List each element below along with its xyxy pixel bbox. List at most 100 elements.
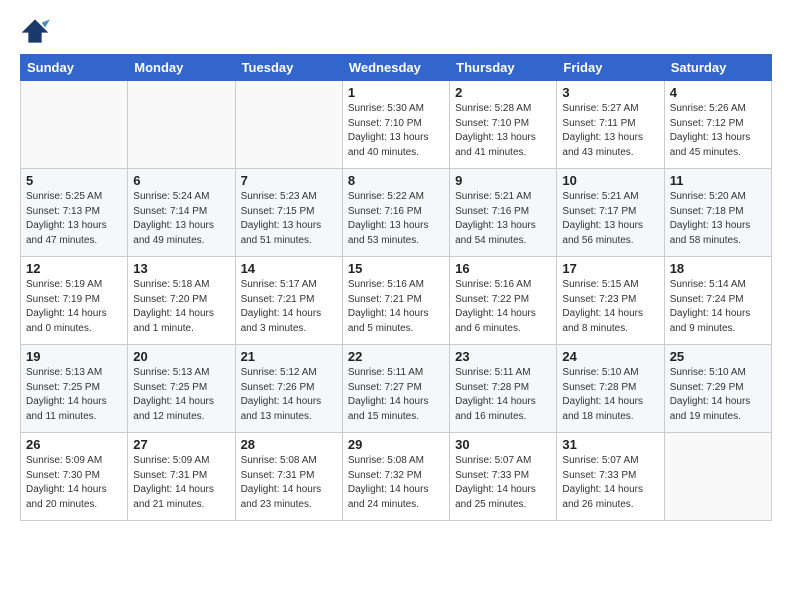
- weekday-header-wednesday: Wednesday: [342, 55, 449, 81]
- day-number: 11: [670, 173, 766, 188]
- weekday-header-sunday: Sunday: [21, 55, 128, 81]
- calendar-cell: 17Sunrise: 5:15 AM Sunset: 7:23 PM Dayli…: [557, 257, 664, 345]
- calendar-cell: 3 Sunrise: 5:27 AM Sunset: 7:11 PM Daylig…: [557, 81, 664, 169]
- calendar-cell: [128, 81, 235, 169]
- day-info: Sunrise: 5:09 AM Sunset: 7:30 PM Dayligh…: [26, 454, 122, 512]
- day-info: Sunrise: 5:14 AM Sunset: 7:24 PM Dayligh…: [670, 278, 766, 336]
- day-number: 29: [348, 437, 444, 452]
- day-number: 3: [562, 85, 658, 100]
- calendar-cell: 21 Sunrise: 5:12 AM Sunset: 7:26 PM Dayli…: [235, 345, 342, 433]
- calendar-cell: 1Sunrise: 5:30 AM Sunset: 7:10 PM Daylig…: [342, 81, 449, 169]
- week-row-3: 12Sunrise: 5:19 AM Sunset: 7:19 PM Dayli…: [21, 257, 772, 345]
- day-number: 24: [562, 349, 658, 364]
- day-number: 16: [455, 261, 551, 276]
- day-number: 8: [348, 173, 444, 188]
- logo: [20, 16, 54, 46]
- week-row-4: 19Sunrise: 5:13 AM Sunset: 7:25 PM Dayli…: [21, 345, 772, 433]
- calendar-cell: 18 Sunrise: 5:14 AM Sunset: 7:24 PM Dayli…: [664, 257, 771, 345]
- day-info: Sunrise: 5:24 AM Sunset: 7:14 PM Dayligh…: [133, 190, 229, 248]
- day-number: 25: [670, 349, 766, 364]
- day-number: 1: [348, 85, 444, 100]
- calendar-cell: [21, 81, 128, 169]
- weekday-header-tuesday: Tuesday: [235, 55, 342, 81]
- day-info: Sunrise: 5:12 AM Sunset: 7:26 PM Dayligh…: [241, 366, 337, 424]
- calendar-cell: 15 Sunrise: 5:16 AM Sunset: 7:21 PM Dayli…: [342, 257, 449, 345]
- day-number: 26: [26, 437, 122, 452]
- day-number: 28: [241, 437, 337, 452]
- calendar-cell: 27Sunrise: 5:09 AM Sunset: 7:31 PM Dayli…: [128, 433, 235, 521]
- calendar-cell: 6 Sunrise: 5:24 AM Sunset: 7:14 PM Daylig…: [128, 169, 235, 257]
- header: [20, 16, 772, 46]
- weekday-header-row: SundayMondayTuesdayWednesdayThursdayFrid…: [21, 55, 772, 81]
- day-info: Sunrise: 5:27 AM Sunset: 7:11 PM Dayligh…: [562, 102, 658, 160]
- day-number: 15: [348, 261, 444, 276]
- calendar-cell: 10 Sunrise: 5:21 AM Sunset: 7:17 PM Dayli…: [557, 169, 664, 257]
- day-number: 10: [562, 173, 658, 188]
- day-info: Sunrise: 5:23 AM Sunset: 7:15 PM Dayligh…: [241, 190, 337, 248]
- calendar-cell: 25 Sunrise: 5:10 AM Sunset: 7:29 PM Dayli…: [664, 345, 771, 433]
- page: SundayMondayTuesdayWednesdayThursdayFrid…: [0, 0, 792, 537]
- day-number: 18: [670, 261, 766, 276]
- day-number: 12: [26, 261, 122, 276]
- calendar-cell: 16Sunrise: 5:16 AM Sunset: 7:22 PM Dayli…: [450, 257, 557, 345]
- day-number: 9: [455, 173, 551, 188]
- calendar-cell: 12Sunrise: 5:19 AM Sunset: 7:19 PM Dayli…: [21, 257, 128, 345]
- calendar-cell: 29 Sunrise: 5:08 AM Sunset: 7:32 PM Dayli…: [342, 433, 449, 521]
- day-info: Sunrise: 5:11 AM Sunset: 7:28 PM Dayligh…: [455, 366, 551, 424]
- calendar-cell: 9 Sunrise: 5:21 AM Sunset: 7:16 PM Daylig…: [450, 169, 557, 257]
- day-info: Sunrise: 5:22 AM Sunset: 7:16 PM Dayligh…: [348, 190, 444, 248]
- calendar-cell: 2Sunrise: 5:28 AM Sunset: 7:10 PM Daylig…: [450, 81, 557, 169]
- day-info: Sunrise: 5:17 AM Sunset: 7:21 PM Dayligh…: [241, 278, 337, 336]
- week-row-5: 26 Sunrise: 5:09 AM Sunset: 7:30 PM Dayli…: [21, 433, 772, 521]
- day-info: Sunrise: 5:13 AM Sunset: 7:25 PM Dayligh…: [26, 366, 122, 424]
- day-number: 31: [562, 437, 658, 452]
- day-info: Sunrise: 5:21 AM Sunset: 7:16 PM Dayligh…: [455, 190, 551, 248]
- day-info: Sunrise: 5:09 AM Sunset: 7:31 PM Dayligh…: [133, 454, 229, 512]
- day-info: Sunrise: 5:08 AM Sunset: 7:32 PM Dayligh…: [348, 454, 444, 512]
- day-info: Sunrise: 5:15 AM Sunset: 7:23 PM Dayligh…: [562, 278, 658, 336]
- day-info: Sunrise: 5:21 AM Sunset: 7:17 PM Dayligh…: [562, 190, 658, 248]
- day-info: Sunrise: 5:16 AM Sunset: 7:21 PM Dayligh…: [348, 278, 444, 336]
- calendar-cell: 30Sunrise: 5:07 AM Sunset: 7:33 PM Dayli…: [450, 433, 557, 521]
- day-number: 22: [348, 349, 444, 364]
- calendar-cell: [235, 81, 342, 169]
- day-number: 6: [133, 173, 229, 188]
- day-number: 13: [133, 261, 229, 276]
- calendar-cell: 19Sunrise: 5:13 AM Sunset: 7:25 PM Dayli…: [21, 345, 128, 433]
- calendar-cell: 26 Sunrise: 5:09 AM Sunset: 7:30 PM Dayli…: [21, 433, 128, 521]
- day-info: Sunrise: 5:07 AM Sunset: 7:33 PM Dayligh…: [562, 454, 658, 512]
- day-info: Sunrise: 5:10 AM Sunset: 7:29 PM Dayligh…: [670, 366, 766, 424]
- weekday-header-saturday: Saturday: [664, 55, 771, 81]
- day-info: Sunrise: 5:07 AM Sunset: 7:33 PM Dayligh…: [455, 454, 551, 512]
- weekday-header-thursday: Thursday: [450, 55, 557, 81]
- day-info: Sunrise: 5:10 AM Sunset: 7:28 PM Dayligh…: [562, 366, 658, 424]
- day-info: Sunrise: 5:20 AM Sunset: 7:18 PM Dayligh…: [670, 190, 766, 248]
- logo-icon: [20, 16, 50, 46]
- calendar-cell: 13 Sunrise: 5:18 AM Sunset: 7:20 PM Dayli…: [128, 257, 235, 345]
- calendar-cell: 8 Sunrise: 5:22 AM Sunset: 7:16 PM Daylig…: [342, 169, 449, 257]
- calendar-cell: 14 Sunrise: 5:17 AM Sunset: 7:21 PM Dayli…: [235, 257, 342, 345]
- weekday-header-monday: Monday: [128, 55, 235, 81]
- week-row-1: 1Sunrise: 5:30 AM Sunset: 7:10 PM Daylig…: [21, 81, 772, 169]
- calendar-cell: 24 Sunrise: 5:10 AM Sunset: 7:28 PM Dayli…: [557, 345, 664, 433]
- calendar-cell: 20 Sunrise: 5:13 AM Sunset: 7:25 PM Dayli…: [128, 345, 235, 433]
- day-number: 5: [26, 173, 122, 188]
- day-number: 7: [241, 173, 337, 188]
- calendar: SundayMondayTuesdayWednesdayThursdayFrid…: [20, 54, 772, 521]
- day-info: Sunrise: 5:08 AM Sunset: 7:31 PM Dayligh…: [241, 454, 337, 512]
- day-info: Sunrise: 5:13 AM Sunset: 7:25 PM Dayligh…: [133, 366, 229, 424]
- week-row-2: 5 Sunrise: 5:25 AM Sunset: 7:13 PM Daylig…: [21, 169, 772, 257]
- calendar-cell: 7 Sunrise: 5:23 AM Sunset: 7:15 PM Daylig…: [235, 169, 342, 257]
- calendar-cell: [664, 433, 771, 521]
- day-info: Sunrise: 5:28 AM Sunset: 7:10 PM Dayligh…: [455, 102, 551, 160]
- day-info: Sunrise: 5:25 AM Sunset: 7:13 PM Dayligh…: [26, 190, 122, 248]
- day-number: 20: [133, 349, 229, 364]
- day-info: Sunrise: 5:26 AM Sunset: 7:12 PM Dayligh…: [670, 102, 766, 160]
- day-number: 21: [241, 349, 337, 364]
- day-info: Sunrise: 5:18 AM Sunset: 7:20 PM Dayligh…: [133, 278, 229, 336]
- day-number: 14: [241, 261, 337, 276]
- calendar-cell: 5 Sunrise: 5:25 AM Sunset: 7:13 PM Daylig…: [21, 169, 128, 257]
- calendar-cell: 28 Sunrise: 5:08 AM Sunset: 7:31 PM Dayli…: [235, 433, 342, 521]
- weekday-header-friday: Friday: [557, 55, 664, 81]
- calendar-cell: 11 Sunrise: 5:20 AM Sunset: 7:18 PM Dayli…: [664, 169, 771, 257]
